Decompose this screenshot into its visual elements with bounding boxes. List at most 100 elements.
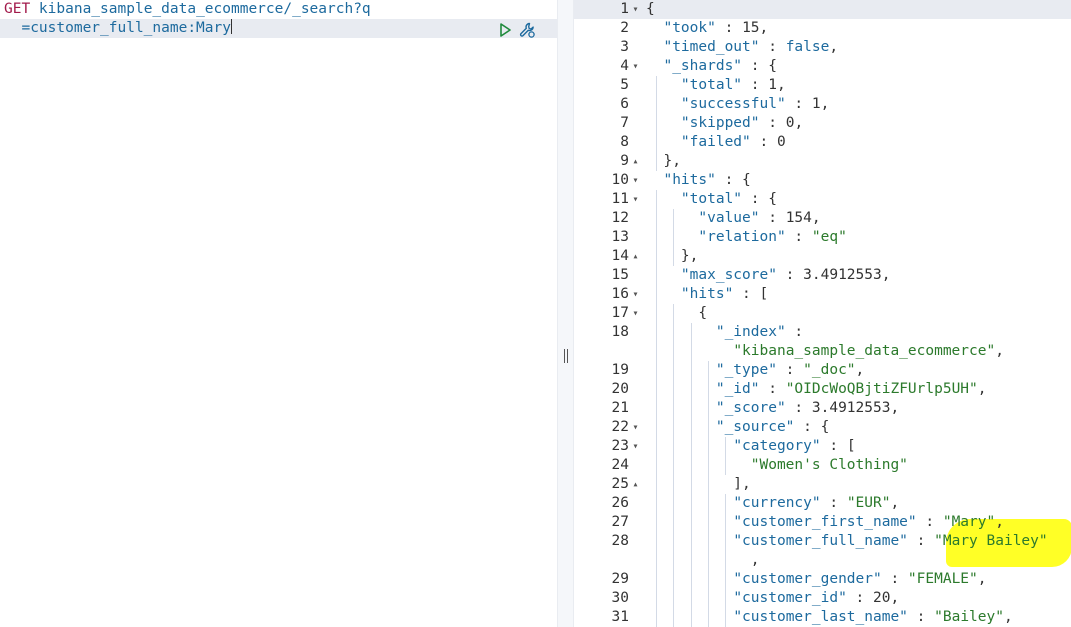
fold-toggle-icon[interactable]: ▾ xyxy=(631,285,640,304)
line-number: 12 xyxy=(611,210,629,226)
line-code: "took" : 15, xyxy=(646,19,768,38)
code-token: "category" xyxy=(733,438,821,454)
code-token: , xyxy=(977,381,987,397)
line-number: 11 xyxy=(611,191,629,207)
line-number: 19 xyxy=(611,362,629,378)
line-number: 27 xyxy=(611,514,629,530)
response-line: 25 ▴ ], xyxy=(574,475,1071,494)
request-line-1[interactable]: GET kibana_sample_data_ecommerce/_search… xyxy=(0,0,557,19)
fold-toggle-icon[interactable]: ▾ xyxy=(631,304,640,323)
line-number: 20 xyxy=(611,381,629,397)
request-editor[interactable]: GET kibana_sample_data_ecommerce/_search… xyxy=(0,0,557,627)
line-code: "customer_first_name" : "Mary", xyxy=(646,513,1004,532)
code-token: , xyxy=(995,343,1004,359)
line-code: { xyxy=(646,0,655,19)
line-code: "_score" : 3.4912553, xyxy=(646,399,899,418)
code-token: "Bailey" xyxy=(934,609,1004,625)
http-method: GET xyxy=(4,1,31,17)
indent-guide xyxy=(655,76,657,171)
code-token: 1 xyxy=(768,77,777,93)
line-code: ], xyxy=(646,475,750,494)
code-token: "total" xyxy=(680,77,743,93)
code-token: "Women's Clothing" xyxy=(750,457,908,473)
line-code: "Women's Clothing" xyxy=(646,456,908,475)
code-token: , xyxy=(890,400,900,416)
line-code: "customer_id" : 20, xyxy=(646,589,899,608)
line-number: 9 xyxy=(620,153,629,169)
code-token: "relation" xyxy=(698,229,786,245)
fold-toggle-icon[interactable]: ▾ xyxy=(631,0,640,19)
response-viewer[interactable]: 1 ▾{2 "took" : 15, 3 "timed_out" : false, 4… xyxy=(574,0,1071,627)
indent-guide xyxy=(690,323,692,627)
code-token: 3.4912553 xyxy=(803,267,882,283)
code-token: , xyxy=(881,267,891,283)
line-code: "total" : 1, xyxy=(646,76,786,95)
response-line: 15 "max_score" : 3.4912553, xyxy=(574,266,1071,285)
response-line: 17 ▾ { xyxy=(574,304,1071,323)
code-token: "customer_full_name" xyxy=(733,533,908,549)
line-number: 23 xyxy=(611,438,629,454)
code-token: , xyxy=(811,210,821,226)
code-token: , xyxy=(829,39,839,55)
line-code: "_id" : "OIDcWoQBjtiZFUrlp5UH", xyxy=(646,380,987,399)
fold-toggle-icon[interactable]: ▴ xyxy=(631,475,640,494)
response-line: 30 "customer_id" : 20, xyxy=(574,589,1071,608)
line-number: 3 xyxy=(620,39,629,55)
code-token: "kibana_sample_data_ecommerce" xyxy=(733,343,996,359)
drag-grip-icon xyxy=(563,349,569,363)
code-token: "_type" xyxy=(715,362,777,378)
code-token: : xyxy=(759,39,786,55)
code-token: "customer_first_name" xyxy=(733,514,917,530)
line-number: 21 xyxy=(611,400,629,416)
code-token: : xyxy=(759,381,786,397)
code-token: "successful" xyxy=(680,96,786,112)
code-token: "OIDcWoQBjtiZFUrlp5UH" xyxy=(785,381,978,397)
request-line-2[interactable]: =customer_full_name:Mary xyxy=(0,19,557,38)
line-code: "total" : { xyxy=(646,190,777,209)
code-token: : xyxy=(846,590,874,606)
indent-guide xyxy=(725,437,727,475)
fold-toggle-icon[interactable]: ▴ xyxy=(631,247,640,266)
response-line: 9 ▴ }, xyxy=(574,152,1071,171)
fold-toggle-icon[interactable]: ▾ xyxy=(631,190,640,209)
line-number: 16 xyxy=(611,286,629,302)
line-number: 31 xyxy=(611,609,629,625)
line-code: "skipped" : 0, xyxy=(646,114,803,133)
line-number: 26 xyxy=(611,495,629,511)
response-line: 1 ▾ { xyxy=(574,0,1071,19)
fold-toggle-icon[interactable]: ▴ xyxy=(631,152,640,171)
pane-resize-handle[interactable] xyxy=(557,0,574,627)
line-code: "_type" : "_doc", xyxy=(646,361,864,380)
code-token: { xyxy=(646,1,655,17)
fold-toggle-icon[interactable]: ▾ xyxy=(631,437,640,456)
fold-toggle-icon[interactable]: ▾ xyxy=(631,418,640,437)
code-token: "EUR" xyxy=(846,495,891,511)
response-line: 29 "customer_gender" : "FEMALE", xyxy=(574,570,1071,589)
code-token: "total" xyxy=(680,191,743,207)
line-code: , xyxy=(646,551,760,570)
text-cursor xyxy=(230,19,232,34)
line-code: "kibana_sample_data_ecommerce", xyxy=(646,342,1004,361)
wrench-icon[interactable] xyxy=(518,21,536,39)
response-line: 5 "total" : 1, xyxy=(574,76,1071,95)
code-token: , xyxy=(890,495,900,511)
line-number: 22 xyxy=(611,419,629,435)
line-number: 6 xyxy=(620,96,629,112)
code-token: : xyxy=(820,495,847,511)
code-token: , xyxy=(1003,609,1013,625)
play-icon[interactable] xyxy=(496,21,514,39)
fold-toggle-icon[interactable]: ▾ xyxy=(631,57,640,76)
response-line: 26 "currency" : "EUR", xyxy=(574,494,1071,513)
code-token: "_doc" xyxy=(803,362,856,378)
indent-guide xyxy=(707,361,709,627)
code-token: 15 xyxy=(742,20,760,36)
line-code: "failed" : 0 xyxy=(646,133,786,152)
line-number: 8 xyxy=(620,134,629,150)
line-code: "timed_out" : false, xyxy=(646,38,838,57)
code-token: "hits" xyxy=(680,286,734,302)
code-token: : xyxy=(759,115,786,131)
fold-toggle-icon[interactable]: ▾ xyxy=(631,171,640,190)
